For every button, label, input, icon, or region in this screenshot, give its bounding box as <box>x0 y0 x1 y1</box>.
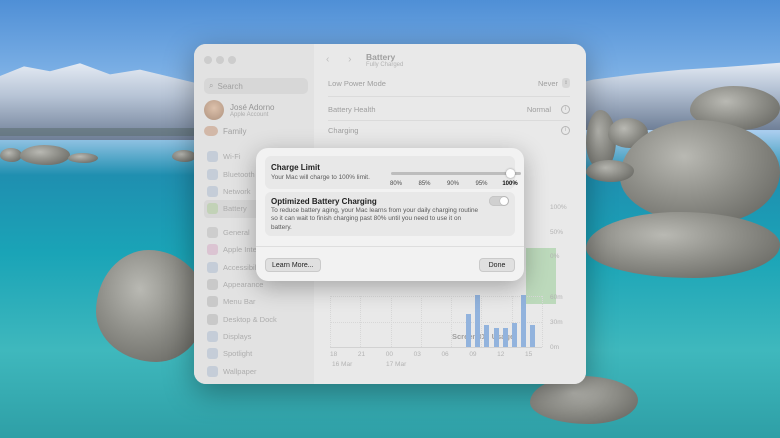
charge-limit-option-85[interactable]: 85% <box>418 181 430 187</box>
toggle-knob <box>500 197 508 205</box>
optimized-charging-title: Optimized Battery Charging <box>271 197 377 206</box>
optimized-charging-toggle[interactable] <box>489 196 509 206</box>
rock <box>620 120 780 224</box>
charge-limit-option-90[interactable]: 90% <box>447 181 459 187</box>
charge-limit-card: Charge Limit Your Mac will charge to 100… <box>265 156 521 189</box>
charging-sheet: Charge Limit Your Mac will charge to 100… <box>256 148 524 281</box>
charge-limit-title: Charge Limit <box>271 163 320 172</box>
charge-limit-slider[interactable] <box>391 169 521 178</box>
rock <box>586 160 634 182</box>
charge-limit-option-100[interactable]: 100% <box>502 181 517 187</box>
rock <box>20 145 70 165</box>
rock <box>68 153 98 163</box>
rock <box>96 250 206 362</box>
charge-limit-description: Your Mac will charge to 100% limit. <box>271 174 370 181</box>
optimized-charging-card: Optimized Battery Charging To reduce bat… <box>265 192 515 236</box>
slider-knob[interactable] <box>505 169 515 178</box>
rock <box>172 150 196 162</box>
charge-limit-option-80[interactable]: 80% <box>390 181 402 187</box>
done-button[interactable]: Done <box>479 258 515 272</box>
learn-more-button[interactable]: Learn More... <box>265 258 321 272</box>
divider <box>256 246 524 247</box>
charge-limit-option-95[interactable]: 95% <box>475 181 487 187</box>
rock <box>586 212 780 278</box>
rock <box>0 148 22 162</box>
optimized-charging-description: To reduce battery aging, your Mac learns… <box>271 207 479 231</box>
shoreline <box>0 128 200 136</box>
